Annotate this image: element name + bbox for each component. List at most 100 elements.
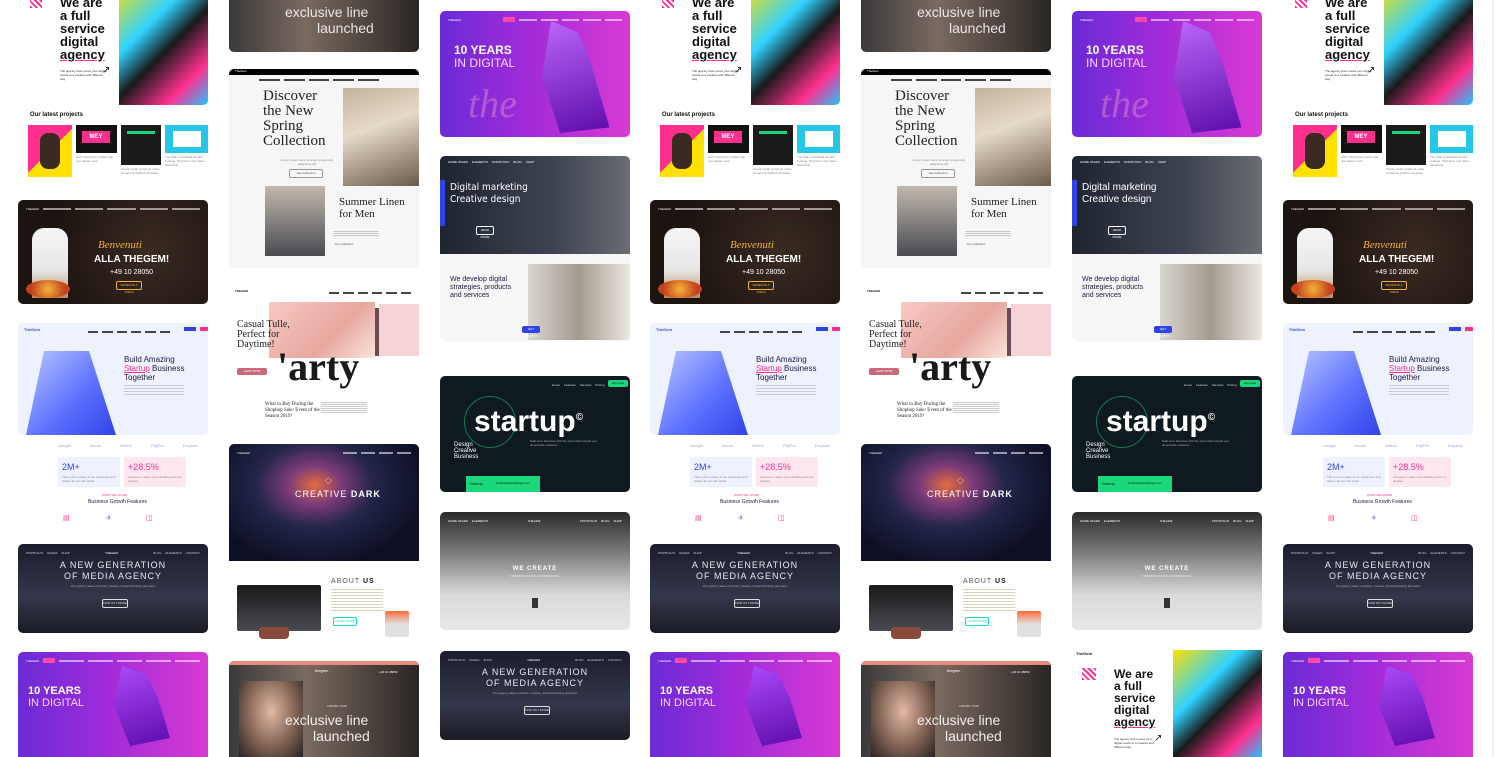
demo-card-creative-dark[interactable]: THEGEM ◇ CREATIVE DARK [861,444,1051,561]
demo-card-media-agency[interactable]: PORTFOLIO PAGES SHOP THEGEM BLOG ELEMENTS CONT… [1283,544,1473,633]
buy-now-button[interactable]: Buy Now [1240,380,1260,387]
demo-card-restaurant[interactable]: THEGEM Benvenuti ALLA THEGEM! +49 10 280… [650,200,840,304]
project-caption-2: Social media profile for mass streaming … [1386,167,1425,175]
demo-cta-2[interactable] [1465,327,1473,331]
decor-block-2 [1011,304,1051,356]
startup-biz-title: Build Amazing Startup Business Together [124,355,185,382]
demo-card-10-years[interactable]: THEGEM 10 YEARS IN DIGITAL the [1072,11,1262,137]
demo-card-startup-business[interactable]: TheGem Build Amazing Startup Business Toge… [650,323,840,435]
project-thumb-1[interactable] [1293,125,1337,177]
arrow-up-right-icon[interactable]: ↗ [734,65,742,77]
demo-card-beauty[interactable]: thegem +49 10 28050 LIMITED TIME exclusi… [861,661,1051,757]
demo-card-we-create[interactable]: HOME PAGES ELEMENTS THEGEM PORTFOLIO BLOG SHO… [440,512,630,630]
demo-card-creative-dark-about[interactable]: ABOUT US LEARN MORE [229,561,419,643]
get-started-button[interactable]: GET STARTED [1154,326,1172,338]
ten-years-title: 10 YEARS [660,685,713,697]
reserve-button[interactable]: RESERVE A TABLE [748,281,774,294]
demo-card-startup[interactable]: HomeFeaturesServicesPricingNewsFAQ Buy N… [440,376,630,492]
startup-tag: Startup [1102,481,1115,486]
find-out-more-button[interactable]: FIND OUT MORE [1367,599,1393,608]
get-collection-button[interactable]: Get Collection [289,169,323,178]
learn-more-button[interactable]: LEARN MORE [333,617,357,626]
project-thumb-2[interactable]: MEY [708,125,749,153]
body-text-lines [965,231,1011,237]
shop-now-button[interactable]: SHOP NOW [237,368,267,375]
project-thumb-2[interactable]: MEY [76,125,117,153]
demo-card-casual-tulle[interactable]: THEGEM Casual Tulle, Perfect for Daytime! … [229,284,419,425]
buy-now-button[interactable]: Buy Now [608,380,628,387]
project-thumb-1[interactable] [660,125,704,177]
pizza-image [658,280,702,298]
demo-card-agency[interactable]: We are a full service digital agency The age… [1283,0,1473,105]
brand-google: Google [1323,443,1336,448]
reserve-button[interactable]: RESERVE A TABLE [1381,281,1407,294]
model-image [343,88,419,186]
find-out-more-button[interactable]: FIND OUT MORE [734,599,760,608]
read-more-button[interactable]: READ MORE [476,226,494,239]
startup-word: startup© [1106,405,1216,438]
demo-card-startup[interactable]: HomeFeaturesServicesPricingNewsFAQ Buy N… [1072,376,1262,492]
get-collection-button-2[interactable]: Get Collection [965,241,987,248]
demo-card-agency[interactable]: We are a full service digital agency The age… [18,0,208,105]
find-out-more-button[interactable]: FIND OUT MORE [524,706,550,715]
project-caption-1: UNIT Interactive mobile app and design w… [708,155,746,163]
demo-card-creative-dark-about[interactable]: ABOUT US LEARN MORE [861,561,1051,643]
demo-card-digital-marketing[interactable]: HOME PAGES ELEMENTS PORTFOLIO BLOG SHOP Digi… [440,156,630,341]
demo-card-spring-collection[interactable]: TheGem Discover the New Spring Collection L… [861,69,1051,268]
demo-card-digital-marketing[interactable]: HOME PAGES ELEMENTS PORTFOLIO BLOG SHOP Digi… [1072,156,1262,341]
demo-card-media-agency[interactable]: PORTFOLIO PAGES SHOP THEGEM BLOG ELEMENTS CONT… [650,544,840,633]
demo-card-spring-collection[interactable]: TheGem Discover the New Spring Collection L… [229,69,419,268]
find-out-more-button[interactable]: FIND OUT MORE [102,599,128,608]
demo-card-restaurant[interactable]: THEGEM Benvenuti ALLA THEGEM! +49 10 280… [1283,200,1473,304]
restaurant-title: ALLA THEGEM! [726,254,802,265]
demo-logo: TheGem [1289,327,1306,332]
demo-card-casual-tulle[interactable]: THEGEM Casual Tulle, Perfect for Daytime! … [861,284,1051,425]
demo-card-we-create[interactable]: HOME PAGES ELEMENTS THEGEM PORTFOLIO BLOG SHO… [1072,512,1262,630]
demo-card-agency[interactable]: We are a full service digital agency The age… [650,0,840,105]
demo-card-10-years[interactable]: THEGEM 10 YEARS IN DIGITAL [18,652,208,757]
demo-cta[interactable] [816,327,828,331]
demo-card-10-years[interactable]: THEGEM 10 YEARS IN DIGITAL [1283,652,1473,757]
stat-text-1: This is the number of our customers and … [694,475,748,483]
project-thumb-1[interactable] [28,125,72,177]
demo-card-startup-business[interactable]: TheGem Build Amazing Startup Business Toge… [1283,323,1473,435]
arrow-up-right-icon[interactable]: ↗ [102,65,110,77]
demo-card-agency[interactable]: TheGem We are a full service digital agency … [1072,650,1262,757]
demo-cta[interactable] [184,327,196,331]
startup-biz-title: Build Amazing Startup Business Together [756,355,817,382]
project-thumb-3[interactable] [121,125,161,165]
reserve-button[interactable]: RESERVE A TABLE [116,281,142,294]
read-more-button[interactable]: READ MORE [1108,226,1126,239]
arrow-up-right-icon[interactable]: ↗ [1154,733,1162,745]
demo-cta[interactable] [1449,327,1461,331]
project-thumb-3[interactable] [753,125,793,165]
arrow-up-right-icon[interactable]: ↗ [1367,65,1375,77]
demo-cta-2[interactable] [832,327,840,331]
demo-card-restaurant[interactable]: THEGEM Benvenuti ALLA THEGEM! +49 10 280… [18,200,208,304]
demo-card-10-years[interactable]: THEGEM 10 YEARS IN DIGITAL [650,652,840,757]
demo-card-beauty[interactable]: thegem +49 10 28050 LIMITED TIME exclusi… [229,661,419,757]
demo-card-media-agency[interactable]: PORTFOLIO PAGES SHOP THEGEM BLOG ELEMENTS CONT… [18,544,208,633]
project-caption-3: The Path of Spiritual Kit with Collage, … [1430,155,1470,167]
shop-now-button[interactable]: SHOP NOW [869,368,899,375]
project-thumb-4[interactable] [1430,125,1473,153]
demo-cta-2[interactable] [200,327,208,331]
get-collection-button[interactable]: Get Collection [921,169,955,178]
demo-card-media-agency[interactable]: PORTFOLIO PAGES SHOP THEGEM BLOG ELEMENTS CONT… [440,651,630,740]
demo-navbar: THEGEM [448,17,623,22]
project-thumb-4[interactable] [165,125,208,153]
learn-more-button[interactable]: LEARN MORE [965,617,989,626]
demo-card-creative-dark[interactable]: THEGEM ◇ CREATIVE DARK [229,444,419,561]
get-collection-button-2[interactable]: Get Collection [333,241,355,248]
project-thumb-3[interactable] [1386,125,1426,165]
demo-card-startup-business[interactable]: TheGem Build Amazing Startup Business Toge… [18,323,208,435]
project-thumb-4[interactable] [797,125,840,153]
about-title: ABOUT US [963,578,1007,585]
ten-years-title: 10 YEARS [1293,685,1346,697]
demo-card-exclusive-line[interactable]: exclusive line launched [861,0,1051,52]
project-thumb-2[interactable]: MEY [1341,125,1382,153]
demo-logo: TheGem [1076,651,1093,656]
demo-card-10-years[interactable]: THEGEM 10 YEARS IN DIGITAL the [440,11,630,137]
demo-card-exclusive-line[interactable]: exclusive line launched [229,0,419,52]
get-started-button[interactable]: GET STARTED [522,326,540,338]
